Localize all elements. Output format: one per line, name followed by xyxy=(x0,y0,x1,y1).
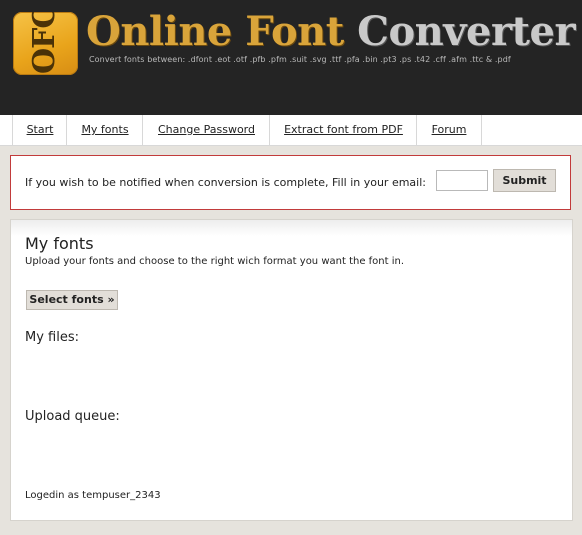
email-notify-text: If you wish to be notified when conversi… xyxy=(25,176,426,189)
nav-item-change-password[interactable]: Change Password xyxy=(142,115,270,145)
panel-shade xyxy=(11,220,572,236)
nav-item-my-fonts[interactable]: My fonts xyxy=(66,115,143,145)
logo-letters: OFC xyxy=(27,12,62,74)
site-header: OFC Online Font Converter Convert fonts … xyxy=(0,0,582,115)
select-fonts-button[interactable]: Select fonts » xyxy=(26,290,118,310)
logged-in-status: Logedin as tempuser_2343 xyxy=(25,490,161,501)
nav-item-start[interactable]: Start xyxy=(12,115,67,145)
site-title-part-b: Converter xyxy=(357,8,576,55)
nav-item-forum[interactable]: Forum xyxy=(416,115,482,145)
email-notify-box: If you wish to be notified when conversi… xyxy=(10,155,571,210)
instructions-text: Upload your fonts and choose to the righ… xyxy=(25,256,405,267)
site-logo[interactable]: OFC xyxy=(13,12,78,75)
submit-button[interactable]: Submit xyxy=(493,169,556,192)
my-fonts-panel: My fonts Upload your fonts and choose to… xyxy=(10,219,573,521)
site-title-part-a: Online Font xyxy=(86,8,358,55)
upload-queue-label: Upload queue: xyxy=(25,409,120,424)
site-tagline: Convert fonts between: .dfont .eot .otf … xyxy=(89,55,511,64)
email-field[interactable] xyxy=(436,170,488,191)
my-files-label: My files: xyxy=(25,330,79,345)
site-title: Online Font Converter xyxy=(86,8,576,56)
main-nav: Start My fonts Change Password Extract f… xyxy=(0,115,582,146)
page-title: My fonts xyxy=(25,234,94,253)
nav-item-extract-font-from-pdf[interactable]: Extract font from PDF xyxy=(269,115,417,145)
